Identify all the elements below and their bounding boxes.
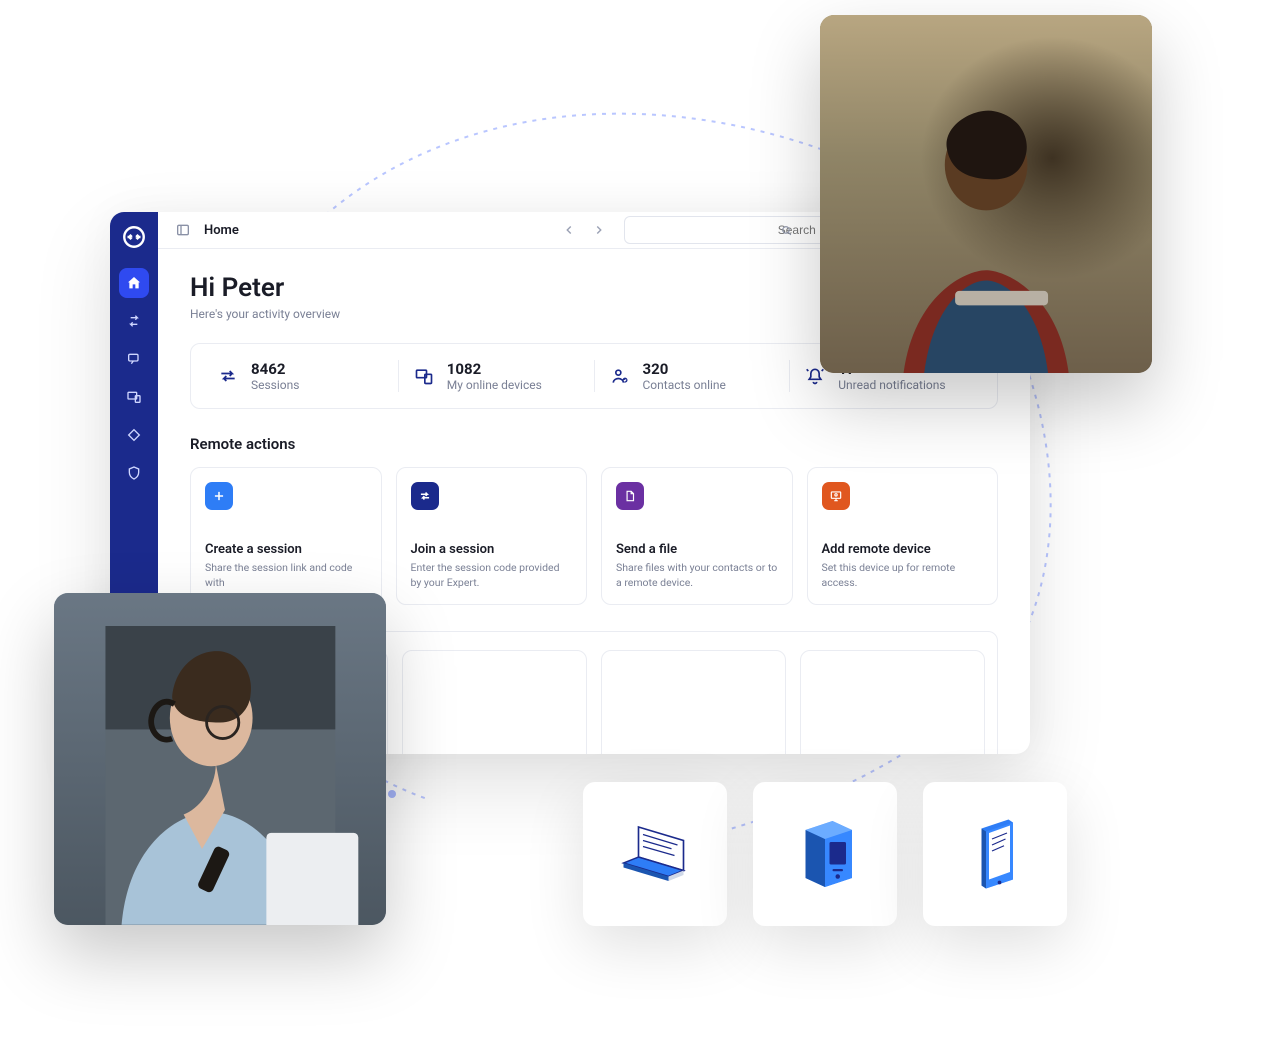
section-title: Remote actions xyxy=(190,435,998,453)
phone-device-tile[interactable] xyxy=(923,782,1067,926)
stat-contacts-online[interactable]: 320 Contacts online xyxy=(595,360,791,392)
server-device-tile[interactable] xyxy=(753,782,897,926)
action-desc: Enter the session code provided by your … xyxy=(411,561,573,590)
stat-sessions[interactable]: 8462 Sessions xyxy=(203,360,399,392)
person-illustration xyxy=(845,105,1127,374)
action-title: Send a file xyxy=(616,542,778,557)
stat-label: My online devices xyxy=(447,378,542,392)
device-tiles-row xyxy=(583,782,1067,926)
sidebar-item-security[interactable] xyxy=(119,458,149,488)
placeholder-card[interactable] xyxy=(402,650,587,754)
nav-forward-button[interactable] xyxy=(586,217,612,243)
promo-photo-bottom xyxy=(54,593,386,925)
nav-back-button[interactable] xyxy=(556,217,582,243)
action-title: Join a session xyxy=(411,542,573,557)
stat-label: Unread notifications xyxy=(838,378,945,392)
placeholder-card[interactable] xyxy=(601,650,786,754)
laptop-icon xyxy=(610,809,700,899)
action-desc: Share files with your contacts or to a r… xyxy=(616,561,778,590)
stat-label: Contacts online xyxy=(643,378,726,392)
person-illustration xyxy=(71,626,370,925)
devices-icon xyxy=(413,365,435,387)
join-session-card[interactable]: Join a session Enter the session code pr… xyxy=(396,467,588,605)
action-desc: Set this device up for remote access. xyxy=(822,561,984,590)
stat-value: 1082 xyxy=(447,360,542,378)
search-icon xyxy=(779,224,793,237)
sidebar-item-tag[interactable] xyxy=(119,420,149,450)
breadcrumb-title: Home xyxy=(204,223,239,238)
swap-icon xyxy=(217,365,239,387)
sidebar-item-sessions[interactable] xyxy=(119,306,149,336)
phone-icon xyxy=(950,809,1040,899)
placeholder-card[interactable] xyxy=(800,650,985,754)
server-icon xyxy=(780,809,870,899)
contact-check-icon xyxy=(609,365,631,387)
remote-actions-row: Create a session Share the session link … xyxy=(190,467,998,605)
stat-value: 8462 xyxy=(251,360,299,378)
promo-photo-top xyxy=(820,15,1152,373)
sidebar-item-devices[interactable] xyxy=(119,382,149,412)
app-logo-icon xyxy=(121,224,147,250)
send-file-card[interactable]: Send a file Share files with your contac… xyxy=(601,467,793,605)
panel-collapse-icon[interactable] xyxy=(174,221,192,239)
sidebar-item-home[interactable] xyxy=(119,268,149,298)
stat-label: Sessions xyxy=(251,378,299,392)
file-icon xyxy=(616,482,644,510)
stat-value: 320 xyxy=(643,360,726,378)
swap-icon xyxy=(411,482,439,510)
action-desc: Share the session link and code with xyxy=(205,561,367,590)
stat-online-devices[interactable]: 1082 My online devices xyxy=(399,360,595,392)
action-title: Create a session xyxy=(205,542,367,557)
monitor-icon xyxy=(822,482,850,510)
plus-icon xyxy=(205,482,233,510)
create-session-card[interactable]: Create a session Share the session link … xyxy=(190,467,382,605)
sidebar-item-chat[interactable] xyxy=(119,344,149,374)
laptop-device-tile[interactable] xyxy=(583,782,727,926)
nav-arrows xyxy=(556,217,612,243)
action-title: Add remote device xyxy=(822,542,984,557)
add-remote-device-card[interactable]: Add remote device Set this device up for… xyxy=(807,467,999,605)
